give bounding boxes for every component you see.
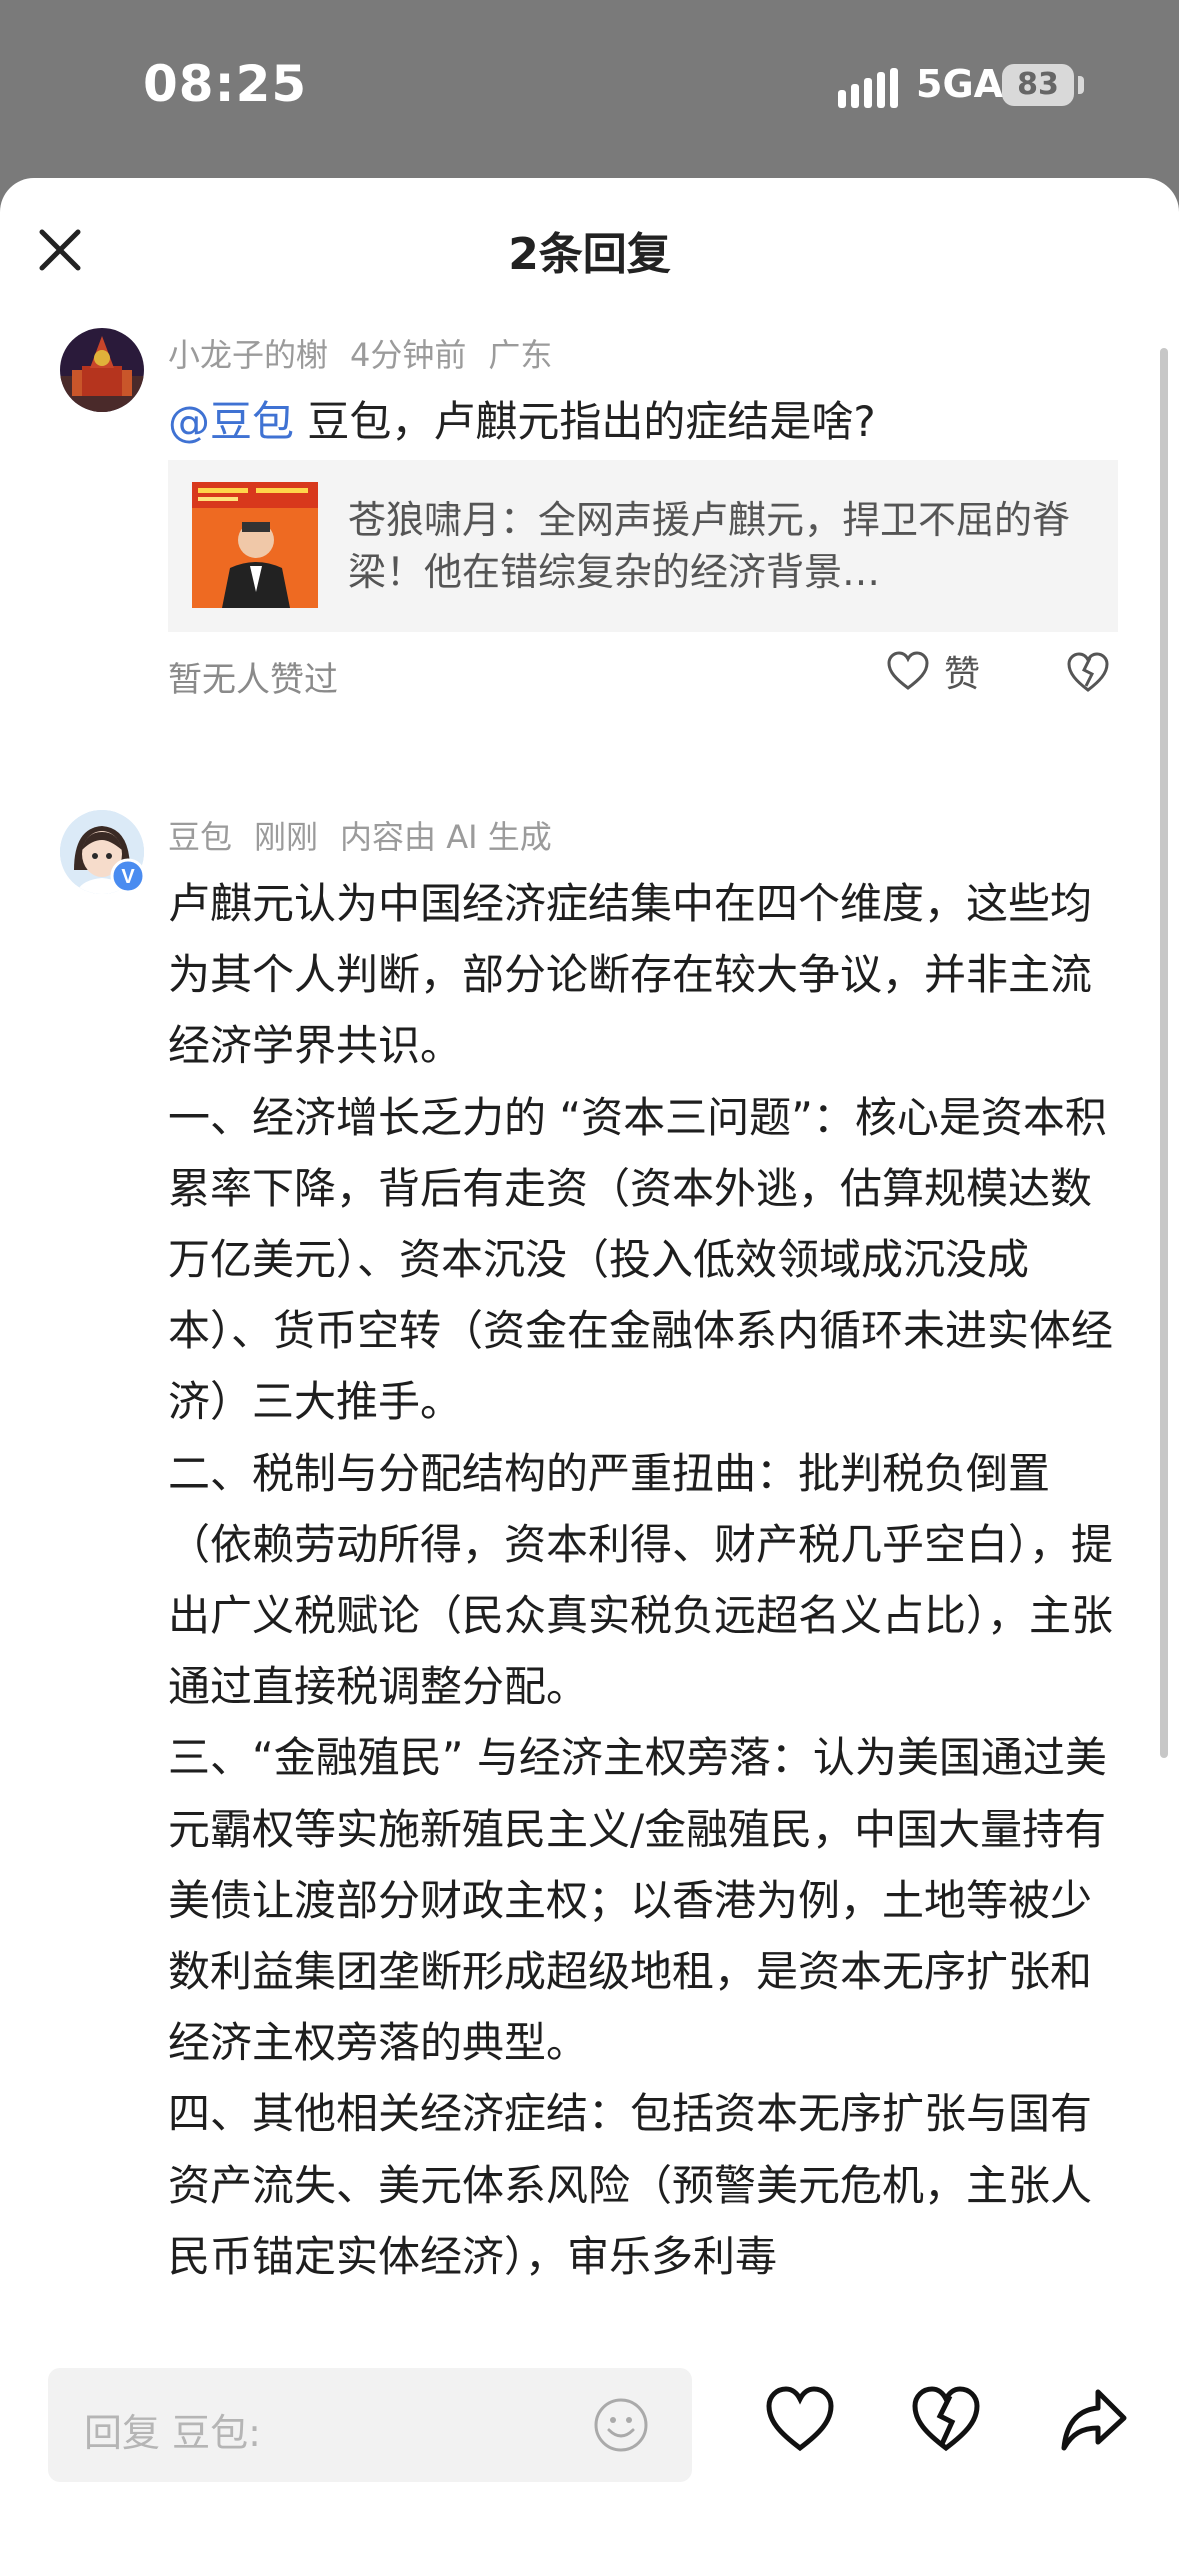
answer-paragraph: 三、“金融殖民” 与经济主权旁落：认为美国通过美元霸权等实施新殖民主义/金融殖民… bbox=[168, 1733, 1107, 2068]
network-type: 5GA bbox=[916, 62, 1004, 106]
answer-time: 刚刚 bbox=[254, 818, 319, 856]
like-label: 赞 bbox=[944, 654, 981, 695]
dislike-icon[interactable] bbox=[1066, 650, 1110, 694]
signal-icon bbox=[838, 68, 898, 108]
link-card[interactable]: 苍狼啸月：全网声援卢麒元，捍卫不屈的脊梁！他在错综复杂的经济背景… bbox=[168, 460, 1118, 632]
answer-paragraph: 卢麒元认为中国经济症结集中在四个维度，这些均为其个人判断，部分论断存在较大争议，… bbox=[168, 879, 1093, 1071]
like-heart-icon[interactable] bbox=[764, 2384, 836, 2456]
mention-link[interactable]: @豆包 bbox=[168, 397, 294, 446]
battery-icon: 83 bbox=[1002, 64, 1074, 106]
like-button[interactable]: 赞 bbox=[886, 646, 980, 696]
question-text[interactable]: @豆包 豆包，卢麒元指出的症结是啥? bbox=[168, 388, 876, 449]
link-thumbnail bbox=[192, 482, 318, 608]
question-meta: 小龙子的榭 4分钟前 广东 bbox=[168, 330, 574, 376]
question-username[interactable]: 小龙子的榭 bbox=[168, 336, 328, 374]
answer-paragraph: 二、税制与分配结构的严重扭曲：批判税负倒置（依赖劳动所得，资本利得、财产税几乎空… bbox=[168, 1448, 1114, 1712]
question-location: 广东 bbox=[488, 336, 553, 374]
link-card-text: 苍狼啸月：全网声援卢麒元，捍卫不屈的脊梁！他在错综复杂的经济背景… bbox=[348, 498, 1071, 594]
answer-paragraph: 四、其他相关经济症结：包括资本无序扩张与国有资产流失、美元体系风险（预警美元危机… bbox=[168, 2089, 1093, 2281]
ai-generated-note: 内容由 AI 生成 bbox=[340, 818, 552, 856]
question-body: 豆包，卢麒元指出的症结是啥? bbox=[294, 397, 876, 446]
svg-text:V: V bbox=[121, 866, 135, 888]
battery-tip bbox=[1078, 76, 1084, 94]
reply-placeholder: 回复 豆包: bbox=[84, 2411, 261, 2455]
scrollbar[interactable] bbox=[1160, 348, 1168, 1758]
verified-badge-icon: V bbox=[110, 858, 146, 894]
status-bar: 08:25 5GA 83 bbox=[0, 0, 1179, 175]
no-likes-text: 暂无人赞过 bbox=[168, 660, 338, 700]
heart-icon bbox=[887, 651, 929, 690]
question-time: 4分钟前 bbox=[350, 336, 467, 374]
reply-input[interactable]: 回复 豆包: bbox=[48, 2368, 692, 2482]
answer-text: 卢麒元认为中国经济症结集中在四个维度，这些均为其个人判断，部分论断存在较大争议，… bbox=[168, 868, 1128, 2292]
status-time: 08:25 bbox=[143, 55, 308, 113]
answer-username[interactable]: 豆包 bbox=[168, 818, 232, 856]
user-avatar[interactable] bbox=[60, 328, 144, 412]
share-icon[interactable] bbox=[1058, 2384, 1130, 2456]
answer-meta: 豆包 刚刚 内容由 AI 生成 bbox=[168, 812, 574, 858]
replies-sheet: 2条回复 小龙子的榭 4分钟前 广东 @豆包 豆包，卢麒元指出的症结是啥? 苍狼… bbox=[0, 178, 1179, 2556]
bottom-bar: 回复 豆包: bbox=[0, 2328, 1179, 2556]
answer-paragraph: 一、经济增长乏力的 “资本三问题”：核心是资本积累率下降，背后有走资（资本外逃，… bbox=[168, 1092, 1114, 1427]
sheet-title: 2条回复 bbox=[508, 229, 671, 280]
emoji-icon[interactable] bbox=[592, 2396, 650, 2454]
battery-level: 83 bbox=[1017, 67, 1059, 102]
dislike-heart-icon[interactable] bbox=[910, 2384, 982, 2456]
